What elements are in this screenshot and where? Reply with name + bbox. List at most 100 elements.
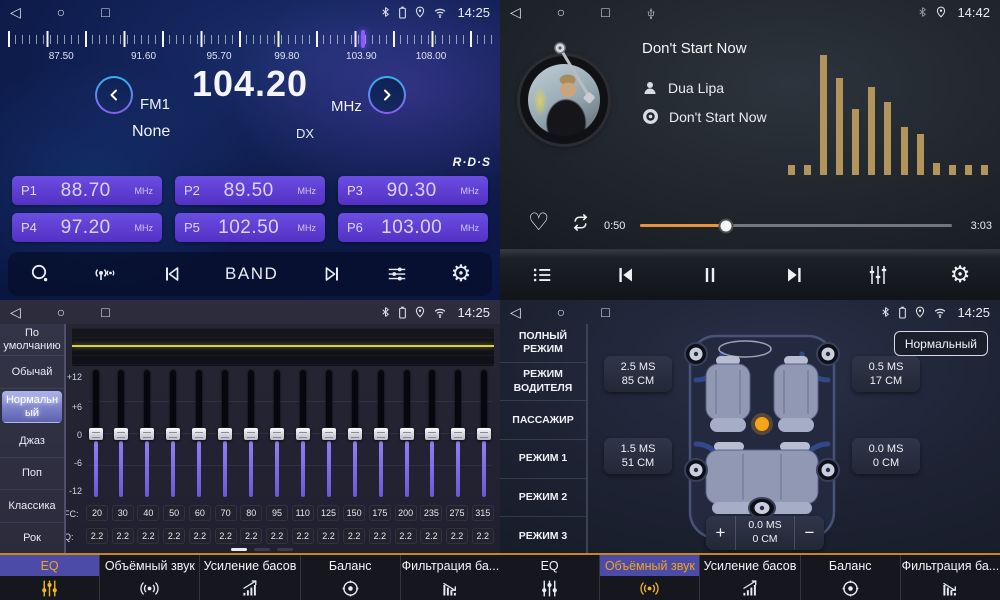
- tab-bass-boost[interactable]: Усиление басов: [700, 555, 800, 600]
- front-left-delay-box[interactable]: 2.5 MS 85 CM: [604, 356, 672, 392]
- eq-preset-item[interactable]: По умолчанию: [0, 324, 64, 356]
- eq-band-slider[interactable]: [166, 370, 181, 498]
- delay-decrease-button[interactable]: −: [795, 516, 824, 550]
- equalizer-button[interactable]: [866, 263, 890, 287]
- slider-handle[interactable]: [374, 428, 388, 440]
- eq-band-slider[interactable]: [192, 370, 207, 498]
- delay-mode-item[interactable]: РЕЖИМ 2: [500, 479, 586, 518]
- band-switch-button[interactable]: BAND: [225, 264, 278, 284]
- back-icon[interactable]: ◁: [510, 0, 521, 24]
- radio-preset-button[interactable]: P390.30MHz: [338, 176, 488, 205]
- home-icon[interactable]: ○: [57, 0, 65, 24]
- eq-band-slider[interactable]: [399, 370, 414, 498]
- back-icon[interactable]: ◁: [510, 300, 521, 324]
- home-icon[interactable]: ○: [557, 0, 565, 24]
- progress-knob[interactable]: [718, 218, 733, 233]
- audio-settings-button[interactable]: [385, 263, 409, 285]
- delay-increase-button[interactable]: +: [706, 516, 735, 550]
- slider-handle[interactable]: [244, 428, 258, 440]
- tuner-scale[interactable]: [8, 30, 492, 48]
- repeat-button[interactable]: [568, 212, 593, 233]
- home-icon[interactable]: ○: [57, 300, 65, 324]
- progress-bar[interactable]: [640, 224, 952, 227]
- sound-profile-button[interactable]: Нормальный: [894, 331, 988, 356]
- eq-band-slider[interactable]: [477, 370, 492, 498]
- slider-handle[interactable]: [451, 428, 465, 440]
- tab-balance[interactable]: Баланс: [301, 555, 401, 600]
- slider-handle[interactable]: [270, 428, 284, 440]
- recents-icon[interactable]: □: [101, 0, 109, 24]
- pause-button[interactable]: [698, 263, 722, 287]
- delay-mode-item[interactable]: РЕЖИМ ВОДИТЕЛЯ: [500, 363, 586, 402]
- settings-button[interactable]: ⚙: [451, 263, 472, 286]
- back-icon[interactable]: ◁: [10, 0, 21, 24]
- broadcast-button[interactable]: [92, 263, 118, 285]
- tab-surround-sound[interactable]: Объёмный звук: [600, 555, 700, 600]
- previous-track-button[interactable]: [613, 263, 639, 287]
- tab-filter[interactable]: Фильтрация ба...: [401, 555, 500, 600]
- rear-right-delay-box[interactable]: 0.0 MS 0 CM: [852, 438, 920, 474]
- radio-preset-button[interactable]: P188.70MHz: [12, 176, 162, 205]
- previous-station-button[interactable]: [160, 263, 184, 285]
- slider-handle[interactable]: [218, 428, 232, 440]
- tab-balance[interactable]: Баланс: [801, 555, 901, 600]
- slider-handle[interactable]: [296, 428, 310, 440]
- recents-icon[interactable]: □: [101, 300, 109, 324]
- eq-preset-item[interactable]: Классика: [0, 490, 64, 522]
- back-icon[interactable]: ◁: [10, 300, 21, 324]
- settings-button[interactable]: ⚙: [950, 264, 971, 287]
- eq-band-slider[interactable]: [347, 370, 362, 498]
- eq-band-slider[interactable]: [218, 370, 233, 498]
- eq-band-slider[interactable]: [425, 370, 440, 498]
- slider-handle[interactable]: [348, 428, 362, 440]
- rear-left-delay-box[interactable]: 1.5 MS 51 CM: [604, 438, 672, 474]
- eq-band-slider[interactable]: [114, 370, 129, 498]
- tune-up-button[interactable]: [368, 76, 406, 114]
- eq-band-slider[interactable]: [451, 370, 466, 498]
- next-track-button[interactable]: [781, 263, 807, 287]
- home-icon[interactable]: ○: [557, 300, 565, 324]
- eq-preset-item[interactable]: Рок: [0, 523, 64, 555]
- eq-band-slider[interactable]: [244, 370, 259, 498]
- eq-band-slider[interactable]: [295, 370, 310, 498]
- radio-preset-button[interactable]: P497.20MHz: [12, 213, 162, 242]
- scan-search-button[interactable]: [29, 263, 51, 285]
- eq-preset-item[interactable]: Поп: [0, 458, 64, 490]
- eq-band-slider[interactable]: [321, 370, 336, 498]
- slider-handle[interactable]: [477, 428, 491, 440]
- tab-eq[interactable]: EQ: [0, 555, 100, 600]
- tab-eq[interactable]: EQ: [500, 555, 600, 600]
- slider-handle[interactable]: [400, 428, 414, 440]
- slider-handle[interactable]: [192, 428, 206, 440]
- slider-handle[interactable]: [89, 428, 103, 440]
- radio-preset-button[interactable]: P5102.50MHz: [175, 213, 325, 242]
- tuner-indicator[interactable]: [361, 30, 365, 48]
- slider-handle[interactable]: [114, 428, 128, 440]
- eq-preset-item[interactable]: Джаз: [0, 425, 64, 457]
- front-right-delay-box[interactable]: 0.5 MS 17 CM: [852, 356, 920, 392]
- eq-preset-item[interactable]: Обычай: [0, 356, 64, 388]
- playlist-button[interactable]: [530, 264, 554, 286]
- eq-band-slider[interactable]: [373, 370, 388, 498]
- eq-band-slider[interactable]: [269, 370, 284, 498]
- next-station-button[interactable]: [320, 263, 344, 285]
- delay-mode-item[interactable]: ПОЛНЫЙ РЕЖИМ: [500, 324, 586, 363]
- tab-surround-sound[interactable]: Объёмный звук: [100, 555, 200, 600]
- slider-handle[interactable]: [425, 428, 439, 440]
- eq-band-slider[interactable]: [88, 370, 103, 498]
- recents-icon[interactable]: □: [601, 0, 609, 24]
- favorite-button[interactable]: ♡: [528, 210, 550, 234]
- slider-handle[interactable]: [166, 428, 180, 440]
- eq-preset-item[interactable]: Нормальный: [2, 391, 62, 423]
- slider-handle[interactable]: [322, 428, 336, 440]
- radio-preset-button[interactable]: P289.50MHz: [175, 176, 325, 205]
- tab-bass-boost[interactable]: Усиление басов: [200, 555, 300, 600]
- tab-filter[interactable]: Фильтрация ба...: [901, 555, 1000, 600]
- tune-down-button[interactable]: [95, 76, 133, 114]
- recents-icon[interactable]: □: [601, 300, 609, 324]
- eq-band-slider[interactable]: [140, 370, 155, 498]
- delay-mode-item[interactable]: ПАССАЖИР: [500, 401, 586, 440]
- delay-mode-item[interactable]: РЕЖИМ 3: [500, 517, 586, 555]
- radio-preset-button[interactable]: P6103.00MHz: [338, 213, 488, 242]
- slider-handle[interactable]: [140, 428, 154, 440]
